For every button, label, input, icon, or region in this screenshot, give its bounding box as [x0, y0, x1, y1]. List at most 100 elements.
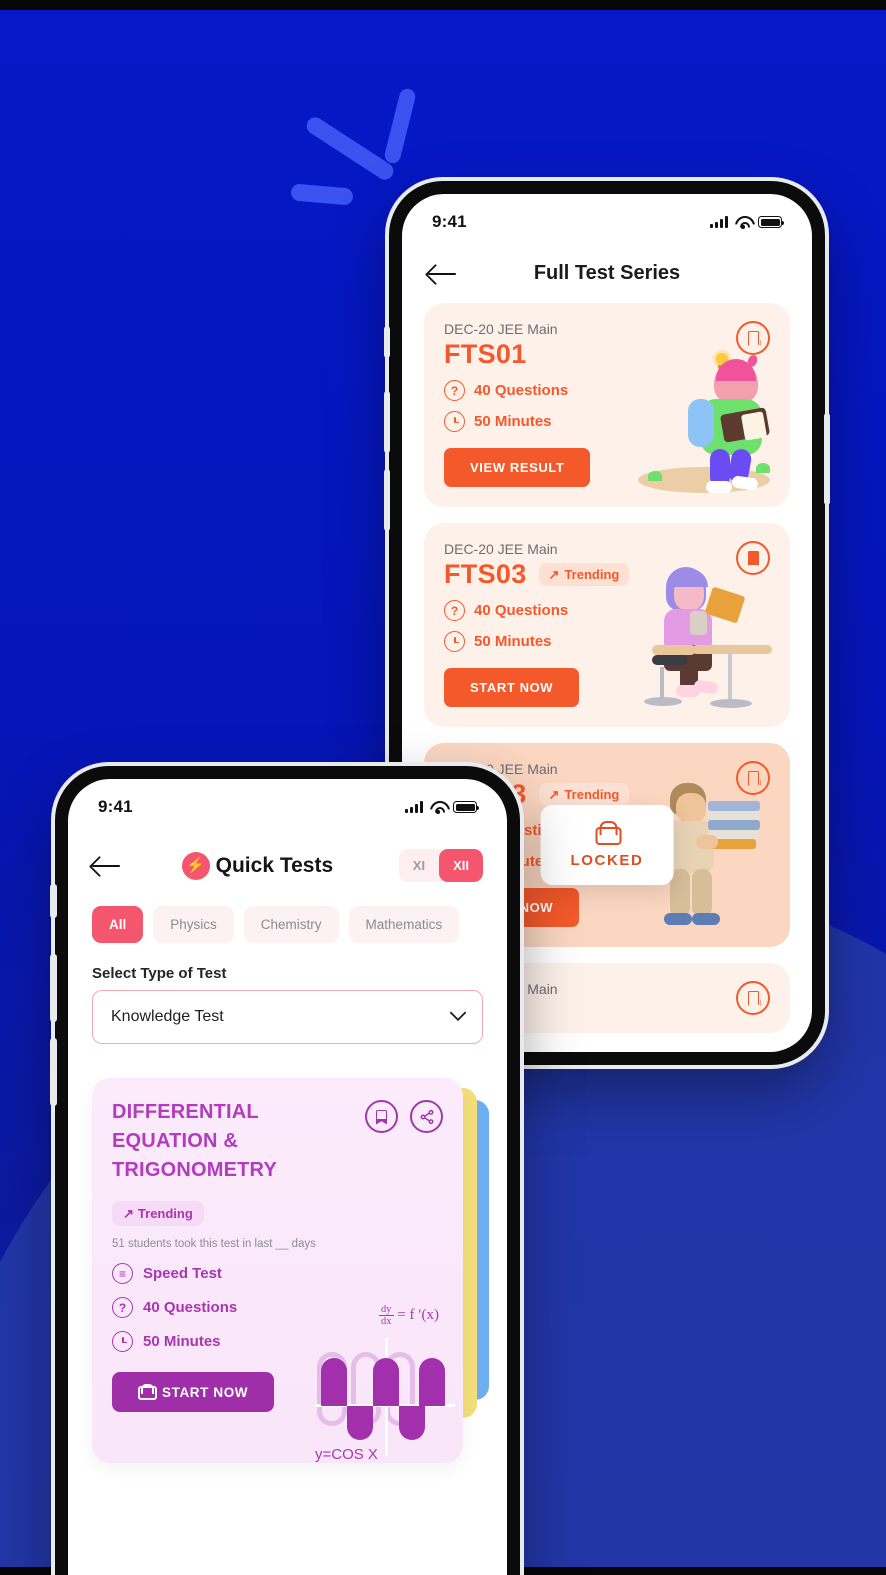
status-time: 9:41: [432, 212, 467, 231]
formula-numerator: dy: [379, 1304, 394, 1316]
status-icons: [710, 216, 785, 229]
lock-icon: [138, 1384, 157, 1400]
trending-up-icon: ↗: [548, 567, 560, 582]
test-exam-label: DEC-20 JEE Main: [444, 321, 558, 337]
status-icons: [405, 801, 480, 814]
chevron-down-icon: [449, 1004, 467, 1022]
chip-mathematics[interactable]: Mathematics: [348, 906, 460, 943]
screen-quick-tests: 9:41 ⚡ Quick Tests XI XII All Physics Ch…: [68, 779, 507, 1575]
test-code: FTS03: [444, 559, 527, 589]
trending-badge: ↗ Trending: [538, 563, 630, 586]
card-actions: [365, 1100, 443, 1133]
derivative-formula: dy dx = f ′(x): [379, 1304, 439, 1328]
page-title: Full Test Series: [533, 262, 681, 284]
test-exam-label: DEC-20 JEE Main: [444, 541, 558, 557]
select-type-label: Select Type of Test: [92, 965, 227, 982]
chip-physics[interactable]: Physics: [153, 906, 234, 943]
phone-mockup-front: 9:41 ⚡ Quick Tests XI XII All Physics Ch…: [50, 766, 520, 1575]
trending-badge: ↗ Trending: [538, 783, 630, 806]
test-code: FTS01: [444, 339, 527, 369]
test-card[interactable]: DEC-20 JEE Main FTS03 ↗ Trending ? 40 Qu…: [424, 523, 790, 727]
phone-side-button-silent[interactable]: [384, 326, 390, 358]
page-title-group: ⚡ Quick Tests: [126, 851, 389, 880]
locked-overlay: LOCKED: [540, 805, 674, 885]
question-icon: ?: [444, 600, 465, 621]
clock-icon: [444, 411, 465, 432]
phone-side-button-volume-down[interactable]: [384, 469, 390, 531]
battery-icon: [758, 216, 785, 228]
signal-bars-icon: [710, 216, 728, 228]
test-questions: 40 Questions: [474, 602, 569, 619]
test-type-select[interactable]: Knowledge Test: [92, 990, 483, 1044]
subject-filter-chips: All Physics Chemistry Mathematics: [68, 888, 507, 943]
cos-dip-1: [347, 1406, 373, 1440]
page-title: Quick Tests: [215, 853, 334, 877]
trending-label: Trending: [137, 1206, 193, 1221]
cos-hump-1: [321, 1358, 347, 1406]
start-now-button[interactable]: START NOW: [444, 668, 580, 707]
clock-icon: [112, 1331, 133, 1352]
phone-side-button-volume-down[interactable]: [50, 1038, 57, 1106]
bookmark-icon[interactable]: [736, 981, 770, 1015]
question-icon: ?: [112, 1297, 133, 1318]
top-black-strip: [0, 0, 886, 10]
wifi-icon: [735, 216, 751, 229]
signal-bars-icon: [405, 801, 423, 813]
test-type-value: Knowledge Test: [111, 1008, 224, 1025]
student-illustration: [630, 337, 778, 497]
back-arrow-icon[interactable]: [92, 855, 122, 877]
bookmark-icon[interactable]: [365, 1100, 398, 1133]
students-took-text: 51 students took this test in last __ da…: [112, 1238, 316, 1250]
chip-chemistry[interactable]: Chemistry: [243, 906, 339, 943]
lock-icon: [596, 821, 622, 845]
share-glyph: [420, 1109, 433, 1124]
formula-fraction: dy dx: [379, 1304, 394, 1328]
questions-label: 40 Questions: [143, 1299, 238, 1316]
trending-up-icon: ↗: [548, 787, 560, 802]
poster-canvas: 9:41 Full Test Series DEC-20 JEE Main FT…: [0, 0, 886, 1575]
trending-label: Trending: [564, 787, 620, 802]
grade-option-xii[interactable]: XII: [439, 849, 483, 882]
phone-side-button-volume-up[interactable]: [384, 391, 390, 453]
trending-badge: ↗ Trending: [112, 1201, 204, 1226]
test-title: DIFFERENTIAL EQUATION & TRIGONOMETRY: [112, 1101, 277, 1181]
grade-toggle[interactable]: XI XII: [398, 849, 483, 882]
share-icon[interactable]: [410, 1100, 443, 1133]
start-now-label: START NOW: [162, 1384, 249, 1400]
speed-test-row: ≡ Speed Test: [112, 1263, 443, 1284]
curve-label: y=COS X: [315, 1446, 378, 1463]
cos-dip-2: [399, 1406, 425, 1440]
test-card-stack: DIFFERENTIAL EQUATION & TRIGONOMETRY ↗ T…: [92, 1078, 489, 1463]
speed-test-icon: ≡: [112, 1263, 133, 1284]
math-illustration: dy dx = f ′(x) y=COS X: [307, 1296, 457, 1463]
test-questions: 40 Questions: [474, 382, 569, 399]
phone-side-button-volume-up[interactable]: [50, 954, 57, 1022]
trending-label: Trending: [564, 567, 620, 582]
status-bar: 9:41: [402, 194, 812, 240]
question-icon: ?: [444, 380, 465, 401]
start-now-button[interactable]: START NOW: [112, 1372, 275, 1412]
status-bar: 9:41: [68, 779, 507, 825]
trending-up-icon: ↗: [123, 1206, 134, 1221]
duration-label: 50 Minutes: [143, 1333, 221, 1350]
speed-test-label: Speed Test: [143, 1265, 222, 1282]
phone-side-button-silent[interactable]: [50, 884, 57, 918]
test-duration: 50 Minutes: [474, 633, 552, 650]
chip-all[interactable]: All: [92, 906, 144, 943]
test-card[interactable]: DEC-20 JEE Main FTS01 ? 40 Questions 50 …: [424, 303, 790, 507]
locked-label: LOCKED: [570, 852, 644, 869]
view-result-button[interactable]: VIEW RESULT: [444, 448, 591, 487]
back-arrow-icon[interactable]: [428, 263, 458, 285]
formula-equality: = f ′(x): [397, 1307, 439, 1324]
test-duration: 50 Minutes: [474, 413, 552, 430]
bolt-icon: ⚡: [181, 851, 210, 880]
cos-hump-2: [373, 1358, 399, 1406]
phone-side-button-power[interactable]: [824, 413, 830, 505]
battery-icon: [453, 801, 480, 813]
status-time: 9:41: [98, 797, 133, 816]
cos-hump-3: [419, 1358, 445, 1406]
quick-test-card[interactable]: DIFFERENTIAL EQUATION & TRIGONOMETRY ↗ T…: [92, 1078, 463, 1463]
app-bar: Full Test Series: [402, 240, 812, 297]
formula-denominator: dx: [381, 1315, 392, 1327]
grade-option-xi[interactable]: XI: [399, 849, 439, 882]
